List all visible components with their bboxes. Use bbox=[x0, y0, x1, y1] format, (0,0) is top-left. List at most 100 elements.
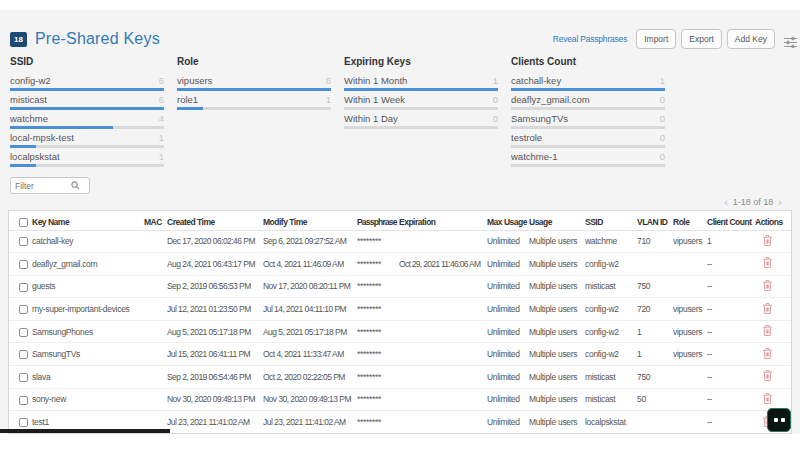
cell-vlan: 1 bbox=[637, 320, 673, 343]
cell-created: Sep 2, 2019 06:54:46 PM bbox=[167, 366, 263, 389]
column-header-mac[interactable]: MAC bbox=[144, 211, 167, 230]
add-key-button[interactable]: Add Key bbox=[727, 29, 775, 49]
column-header-role[interactable]: Role bbox=[673, 211, 707, 230]
cell-role bbox=[673, 388, 707, 411]
select-all-checkbox[interactable] bbox=[19, 218, 28, 227]
row-checkbox[interactable] bbox=[19, 305, 28, 314]
table-row: sony-newNov 30, 2020 09:49:13 PMNov 30, … bbox=[9, 388, 792, 411]
cell-ssid: misticast bbox=[585, 275, 637, 298]
filter-col-title: Role bbox=[177, 56, 331, 67]
delete-key-icon[interactable] bbox=[763, 348, 772, 361]
row-checkbox[interactable] bbox=[19, 373, 28, 382]
filter-item[interactable]: role11 bbox=[177, 94, 331, 113]
delete-key-icon[interactable] bbox=[763, 303, 772, 316]
column-header-client-count[interactable]: Client Count bbox=[707, 211, 755, 230]
table-settings-icon[interactable] bbox=[784, 34, 797, 45]
delete-key-icon[interactable] bbox=[763, 325, 772, 338]
cell-modified: Jul 14, 2021 04:11:10 PM bbox=[263, 298, 357, 321]
cell-key: deaflyz_gmail.com bbox=[32, 253, 144, 276]
cell-mac bbox=[144, 275, 167, 298]
export-button[interactable]: Export bbox=[681, 29, 722, 49]
cell-clients: -- bbox=[707, 388, 755, 411]
cell-max: Unlimited bbox=[487, 298, 529, 321]
filter-item[interactable]: misticast6 bbox=[10, 94, 164, 113]
filter-item[interactable]: deaflyz_gmail.com0 bbox=[511, 94, 665, 113]
filter-item[interactable]: watchme-10 bbox=[511, 151, 665, 170]
cell-usage: Multiple users bbox=[529, 343, 585, 366]
filter-col-expiring-keys: Expiring KeysWithin 1 Month1Within 1 Wee… bbox=[344, 56, 498, 170]
column-header-ssid[interactable]: SSID bbox=[585, 211, 637, 230]
filter-item[interactable]: Within 1 Day0 bbox=[344, 113, 498, 132]
cell-clients: -- bbox=[707, 275, 755, 298]
filter-item-count: 0 bbox=[660, 113, 665, 124]
delete-key-icon[interactable] bbox=[763, 393, 772, 406]
cell-exp bbox=[399, 366, 487, 389]
row-checkbox[interactable] bbox=[19, 328, 28, 337]
filter-item-label: Within 1 Day bbox=[344, 113, 398, 124]
cell-clients: -- bbox=[707, 366, 755, 389]
column-header-expiration[interactable]: Expiration bbox=[399, 211, 487, 230]
cell-max: Unlimited bbox=[487, 366, 529, 389]
pagination-label: 1-18 of 18 bbox=[733, 197, 774, 207]
row-checkbox[interactable] bbox=[19, 283, 28, 292]
filter-input[interactable] bbox=[15, 181, 71, 191]
reveal-passphrases-link[interactable]: Reveal Passphrases bbox=[553, 34, 627, 44]
delete-key-icon[interactable] bbox=[763, 370, 772, 383]
row-checkbox[interactable] bbox=[19, 350, 28, 359]
column-header-modify-time[interactable]: Modify Time bbox=[263, 211, 357, 230]
delete-key-icon[interactable] bbox=[763, 235, 772, 248]
filter-item[interactable]: config-w26 bbox=[10, 75, 164, 94]
filter-item[interactable]: Within 1 Week0 bbox=[344, 94, 498, 113]
cell-vlan bbox=[637, 253, 673, 276]
cell-modified: Nov 17, 2020 08:20:11 PM bbox=[263, 275, 357, 298]
filter-item[interactable]: local-mpsk-test1 bbox=[10, 132, 164, 151]
filter-item[interactable]: catchall-key1 bbox=[511, 75, 665, 94]
filter-item-bar bbox=[177, 107, 331, 110]
column-header-max-usage[interactable]: Max Usage bbox=[487, 211, 529, 230]
filter-col-role: Role vipusers6role11 bbox=[177, 56, 331, 170]
column-header-usage[interactable]: Usage bbox=[529, 211, 585, 230]
column-header-created-time[interactable]: Created Time bbox=[167, 211, 263, 230]
filter-item[interactable]: vipusers6 bbox=[177, 75, 331, 94]
filter-item-count: 1 bbox=[493, 75, 498, 86]
cell-usage: Multiple users bbox=[529, 253, 585, 276]
filter-item[interactable]: localpskstat1 bbox=[10, 151, 164, 170]
filter-item[interactable]: testrole0 bbox=[511, 132, 665, 151]
filter-search bbox=[10, 177, 90, 194]
table-row: slavaSep 2, 2019 06:54:46 PMOct 2, 2020 … bbox=[9, 366, 792, 389]
cell-vlan: 720 bbox=[637, 298, 673, 321]
prev-page-icon[interactable]: ‹ bbox=[724, 196, 728, 208]
row-checkbox[interactable] bbox=[19, 260, 28, 269]
cell-ssid: config-w2 bbox=[585, 320, 637, 343]
delete-key-icon[interactable] bbox=[763, 257, 772, 270]
row-checkbox[interactable] bbox=[19, 237, 28, 246]
cell-vlan: 710 bbox=[637, 230, 673, 253]
cell-max: Unlimited bbox=[487, 253, 529, 276]
next-page-icon[interactable]: › bbox=[778, 196, 782, 208]
horizontal-scrollbar[interactable] bbox=[0, 429, 170, 433]
delete-key-icon[interactable] bbox=[763, 280, 772, 293]
filter-item[interactable]: watchme4 bbox=[10, 113, 164, 132]
filter-item-bar bbox=[177, 88, 331, 91]
filter-item-label: localpskstat bbox=[10, 151, 60, 162]
filter-item[interactable]: SamsungTVs0 bbox=[511, 113, 665, 132]
column-header-passphrase[interactable]: Passphrase bbox=[357, 211, 399, 230]
recorder-badge[interactable] bbox=[767, 408, 791, 432]
filter-item-label: watchme-1 bbox=[511, 151, 557, 162]
row-checkbox[interactable] bbox=[19, 418, 28, 427]
column-header-actions[interactable]: Actions bbox=[755, 211, 792, 230]
column-header-vlan-id[interactable]: VLAN ID bbox=[637, 211, 673, 230]
cell-ssid: watchme bbox=[585, 230, 637, 253]
filter-item-label: watchme bbox=[10, 113, 48, 124]
cell-max: Unlimited bbox=[487, 320, 529, 343]
cell-ssid: config-w2 bbox=[585, 298, 637, 321]
filter-item-bar bbox=[10, 126, 164, 129]
filter-item-bar bbox=[344, 126, 498, 129]
cell-clients: -- bbox=[707, 298, 755, 321]
column-header-key-name[interactable]: Key Name bbox=[32, 211, 144, 230]
row-checkbox[interactable] bbox=[19, 396, 28, 405]
filter-item-bar bbox=[10, 107, 164, 110]
filter-item[interactable]: Within 1 Month1 bbox=[344, 75, 498, 94]
import-button[interactable]: Import bbox=[636, 29, 676, 49]
cell-max: Unlimited bbox=[487, 343, 529, 366]
